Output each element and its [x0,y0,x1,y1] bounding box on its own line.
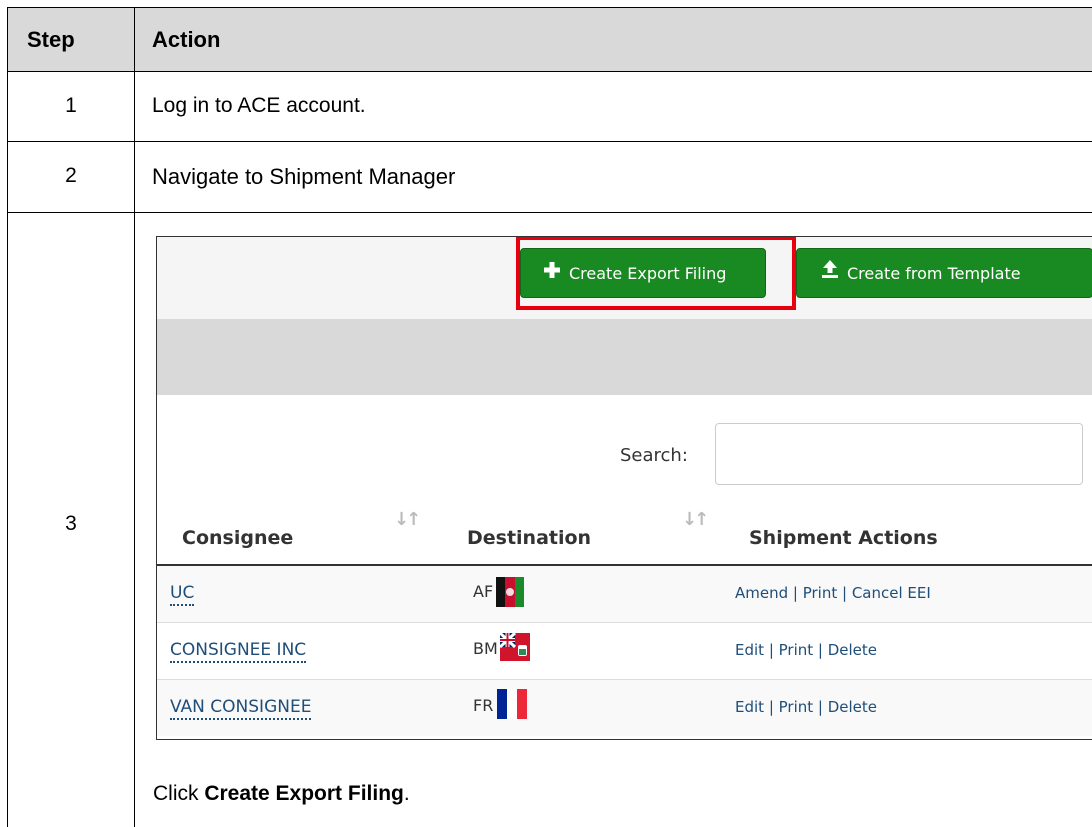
step-3-instruction: Click Create Export Filing. [153,782,410,806]
afghanistan-flag-icon [496,577,524,607]
table-row: VAN CONSIGNEE FR Edit | Print | Delete [157,680,1092,736]
search-label: Search: [620,445,688,466]
shipment-actions[interactable]: Edit | Print | Delete [735,698,877,716]
shipment-actions[interactable]: Amend | Print | Cancel EEI [735,584,931,602]
destination-code: BM [473,639,498,658]
filter-band [157,319,1092,395]
step-number-2: 2 [65,164,77,187]
highlight-box [516,237,796,310]
create-from-template-button[interactable]: Create from Template [796,248,1092,298]
column-divider [134,7,135,827]
consignee-link[interactable]: CONSIGNEE INC [170,639,307,663]
caption-prefix: Click [153,782,205,805]
destination-code: AF [473,582,494,601]
sort-icon[interactable]: ↓↑ [394,509,421,530]
search-input[interactable] [715,423,1083,485]
header-action: Action [152,27,221,52]
create-from-template-label: Create from Template [847,264,1021,283]
header-step: Step [27,27,75,52]
shipment-manager-screenshot: Create Export Filing Create from Templat… [156,236,1092,740]
column-header-shipment-actions: Shipment Actions [749,527,938,549]
destination-code: FR [473,696,494,715]
bermuda-flag-icon [498,631,530,663]
caption-suffix: . [403,782,410,805]
column-header-consignee[interactable]: Consignee [182,527,293,549]
row-divider-1 [7,71,1092,72]
step-1-action: Log in to ACE account. [152,94,366,117]
step-number-1: 1 [65,94,77,117]
consignee-link[interactable]: UC [170,582,195,606]
table-row: CONSIGNEE INC BM Edit | Print | Delete [157,623,1092,679]
table-row: UC AF Amend | Print | Cancel EEI [157,566,1092,622]
row-divider-2 [7,141,1092,142]
caption-bold: Create Export Filing [204,782,404,805]
sort-icon[interactable]: ↓↑ [682,509,709,530]
step-2-action: Navigate to Shipment Manager [152,164,456,189]
france-flag-icon [497,689,527,719]
column-header-destination[interactable]: Destination [467,527,591,549]
row-divider-3 [7,212,1092,213]
upload-icon [821,249,839,299]
shipment-actions[interactable]: Edit | Print | Delete [735,641,877,659]
step-number-3: 3 [65,512,77,535]
consignee-link[interactable]: VAN CONSIGNEE [170,696,312,720]
